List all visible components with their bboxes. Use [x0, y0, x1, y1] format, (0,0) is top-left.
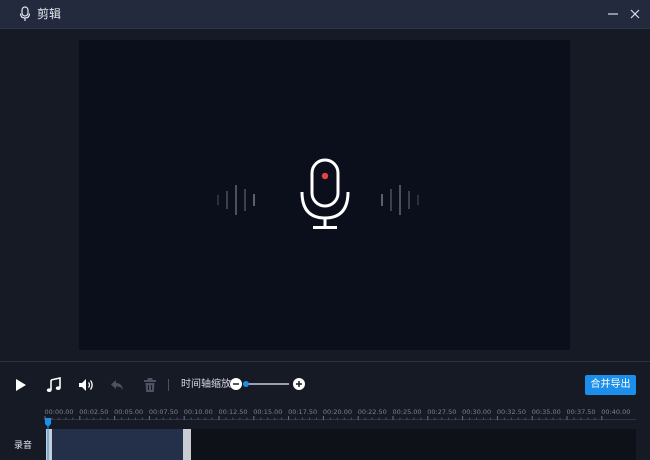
ruler-tick-label: 00:12.50 [219, 408, 248, 416]
ruler-tick-label: 00:07.50 [149, 408, 178, 416]
timeline-ruler: 00:00.00 00:02.50 00:05.00 00:07.50 00:10.00… [44, 405, 636, 425]
trash-icon[interactable] [141, 376, 159, 394]
preview-panel [79, 40, 570, 350]
zoom-slider-track [243, 383, 289, 385]
zoom-in-icon[interactable] [293, 378, 305, 390]
ruler-tick-label: 00:20.00 [323, 408, 352, 416]
clip-trim-end-handle[interactable] [183, 429, 191, 460]
microphone-icon [300, 158, 350, 229]
ruler-tick-label: 00:10.00 [184, 408, 213, 416]
window-title: 剪辑 [37, 7, 62, 21]
ruler-tick-label: 00:17.50 [288, 408, 317, 416]
track-label: 录音 [14, 441, 33, 451]
audio-track[interactable] [46, 429, 636, 460]
merge-export-button[interactable]: 合并导出 [585, 375, 636, 395]
audio-clip[interactable] [46, 429, 191, 460]
ruler-tick-label: 00:35.00 [532, 408, 561, 416]
undo-icon[interactable] [108, 376, 126, 394]
waveform-right-icon [381, 185, 419, 215]
ruler-tick-label: 00:40.00 [601, 408, 630, 416]
ruler-tick-label: 00:00.00 [45, 408, 74, 416]
divider [0, 361, 650, 362]
toolbar: 时间轴缩放 合并导出 [0, 370, 650, 400]
ruler-tick-label: 00:15.00 [253, 408, 282, 416]
music-note-icon[interactable] [45, 376, 63, 394]
ruler-tick-label: 00:02.50 [79, 408, 108, 416]
title-bar: 剪辑 [0, 0, 650, 29]
toolbar-separator [168, 379, 169, 391]
playhead[interactable] [45, 418, 51, 460]
zoom-slider-handle[interactable] [243, 381, 249, 387]
ruler-tick-label: 00:37.50 [567, 408, 596, 416]
waveform-left-icon [217, 185, 255, 215]
zoom-label: 时间轴缩放 [181, 379, 231, 390]
ruler-tick-label: 00:32.50 [497, 408, 526, 416]
zoom-out-icon[interactable] [230, 378, 242, 390]
zoom-slider[interactable] [243, 378, 291, 390]
ruler-tick-label: 00:22.50 [358, 408, 387, 416]
minimize-icon[interactable] [604, 5, 622, 23]
play-icon[interactable] [12, 376, 30, 394]
mic-icon [19, 6, 31, 21]
ruler-tick-label: 00:27.50 [427, 408, 456, 416]
close-icon[interactable] [626, 5, 644, 23]
ruler-tick-label: 00:25.00 [393, 408, 422, 416]
ruler-tick-label: 00:30.00 [462, 408, 491, 416]
volume-icon[interactable] [77, 376, 95, 394]
ruler-tick-label: 00:05.00 [114, 408, 143, 416]
